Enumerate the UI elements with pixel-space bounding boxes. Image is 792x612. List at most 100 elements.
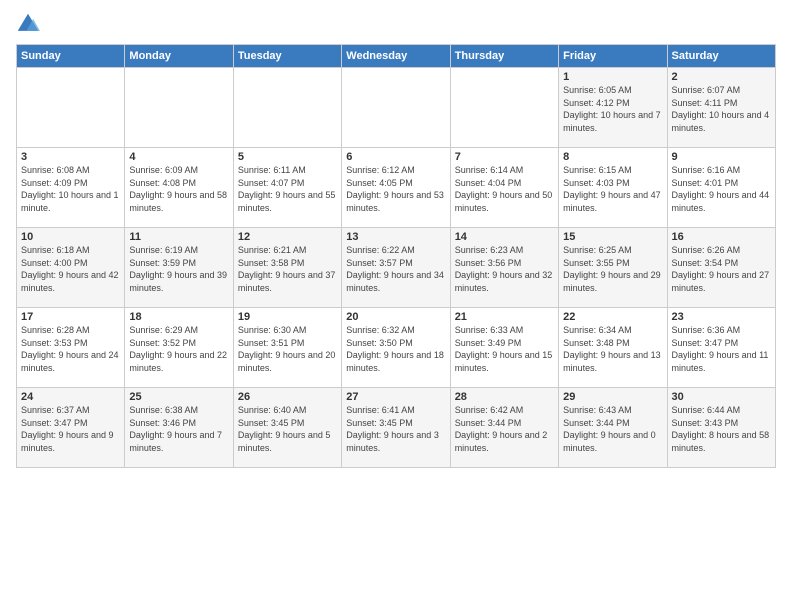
week-row-2: 3Sunrise: 6:08 AM Sunset: 4:09 PM Daylig… — [17, 148, 776, 228]
day-info: Sunrise: 6:28 AM Sunset: 3:53 PM Dayligh… — [21, 324, 120, 374]
day-info: Sunrise: 6:33 AM Sunset: 3:49 PM Dayligh… — [455, 324, 554, 374]
day-cell: 11Sunrise: 6:19 AM Sunset: 3:59 PM Dayli… — [125, 228, 233, 308]
col-header-wednesday: Wednesday — [342, 45, 450, 68]
day-info: Sunrise: 6:38 AM Sunset: 3:46 PM Dayligh… — [129, 404, 228, 454]
day-cell — [342, 68, 450, 148]
day-number: 1 — [563, 71, 662, 83]
day-number: 27 — [346, 391, 445, 403]
day-cell: 15Sunrise: 6:25 AM Sunset: 3:55 PM Dayli… — [559, 228, 667, 308]
day-number: 3 — [21, 151, 120, 163]
day-cell: 29Sunrise: 6:43 AM Sunset: 3:44 PM Dayli… — [559, 388, 667, 468]
day-cell: 1Sunrise: 6:05 AM Sunset: 4:12 PM Daylig… — [559, 68, 667, 148]
day-cell: 18Sunrise: 6:29 AM Sunset: 3:52 PM Dayli… — [125, 308, 233, 388]
day-info: Sunrise: 6:16 AM Sunset: 4:01 PM Dayligh… — [672, 164, 771, 214]
day-info: Sunrise: 6:07 AM Sunset: 4:11 PM Dayligh… — [672, 84, 771, 134]
day-cell: 8Sunrise: 6:15 AM Sunset: 4:03 PM Daylig… — [559, 148, 667, 228]
day-number: 25 — [129, 391, 228, 403]
day-info: Sunrise: 6:22 AM Sunset: 3:57 PM Dayligh… — [346, 244, 445, 294]
day-number: 11 — [129, 231, 228, 243]
day-cell: 7Sunrise: 6:14 AM Sunset: 4:04 PM Daylig… — [450, 148, 558, 228]
day-info: Sunrise: 6:25 AM Sunset: 3:55 PM Dayligh… — [563, 244, 662, 294]
day-number: 10 — [21, 231, 120, 243]
day-cell: 28Sunrise: 6:42 AM Sunset: 3:44 PM Dayli… — [450, 388, 558, 468]
day-cell: 22Sunrise: 6:34 AM Sunset: 3:48 PM Dayli… — [559, 308, 667, 388]
col-header-tuesday: Tuesday — [233, 45, 341, 68]
day-cell: 2Sunrise: 6:07 AM Sunset: 4:11 PM Daylig… — [667, 68, 775, 148]
day-info: Sunrise: 6:08 AM Sunset: 4:09 PM Dayligh… — [21, 164, 120, 214]
day-number: 5 — [238, 151, 337, 163]
day-cell: 19Sunrise: 6:30 AM Sunset: 3:51 PM Dayli… — [233, 308, 341, 388]
day-info: Sunrise: 6:43 AM Sunset: 3:44 PM Dayligh… — [563, 404, 662, 454]
calendar-table: SundayMondayTuesdayWednesdayThursdayFrid… — [16, 44, 776, 468]
day-info: Sunrise: 6:44 AM Sunset: 3:43 PM Dayligh… — [672, 404, 771, 454]
day-cell: 10Sunrise: 6:18 AM Sunset: 4:00 PM Dayli… — [17, 228, 125, 308]
day-cell: 4Sunrise: 6:09 AM Sunset: 4:08 PM Daylig… — [125, 148, 233, 228]
day-number: 9 — [672, 151, 771, 163]
day-cell — [17, 68, 125, 148]
day-cell — [125, 68, 233, 148]
day-cell: 30Sunrise: 6:44 AM Sunset: 3:43 PM Dayli… — [667, 388, 775, 468]
day-cell: 12Sunrise: 6:21 AM Sunset: 3:58 PM Dayli… — [233, 228, 341, 308]
day-cell: 23Sunrise: 6:36 AM Sunset: 3:47 PM Dayli… — [667, 308, 775, 388]
day-info: Sunrise: 6:05 AM Sunset: 4:12 PM Dayligh… — [563, 84, 662, 134]
day-cell: 17Sunrise: 6:28 AM Sunset: 3:53 PM Dayli… — [17, 308, 125, 388]
col-header-sunday: Sunday — [17, 45, 125, 68]
day-number: 13 — [346, 231, 445, 243]
day-info: Sunrise: 6:15 AM Sunset: 4:03 PM Dayligh… — [563, 164, 662, 214]
day-info: Sunrise: 6:32 AM Sunset: 3:50 PM Dayligh… — [346, 324, 445, 374]
day-cell: 25Sunrise: 6:38 AM Sunset: 3:46 PM Dayli… — [125, 388, 233, 468]
day-cell — [450, 68, 558, 148]
day-info: Sunrise: 6:19 AM Sunset: 3:59 PM Dayligh… — [129, 244, 228, 294]
day-info: Sunrise: 6:41 AM Sunset: 3:45 PM Dayligh… — [346, 404, 445, 454]
day-number: 23 — [672, 311, 771, 323]
week-row-1: 1Sunrise: 6:05 AM Sunset: 4:12 PM Daylig… — [17, 68, 776, 148]
col-header-monday: Monday — [125, 45, 233, 68]
week-row-4: 17Sunrise: 6:28 AM Sunset: 3:53 PM Dayli… — [17, 308, 776, 388]
day-number: 16 — [672, 231, 771, 243]
day-number: 21 — [455, 311, 554, 323]
day-cell: 5Sunrise: 6:11 AM Sunset: 4:07 PM Daylig… — [233, 148, 341, 228]
col-header-thursday: Thursday — [450, 45, 558, 68]
day-info: Sunrise: 6:37 AM Sunset: 3:47 PM Dayligh… — [21, 404, 120, 454]
day-cell — [233, 68, 341, 148]
day-cell: 26Sunrise: 6:40 AM Sunset: 3:45 PM Dayli… — [233, 388, 341, 468]
week-row-5: 24Sunrise: 6:37 AM Sunset: 3:47 PM Dayli… — [17, 388, 776, 468]
day-number: 8 — [563, 151, 662, 163]
day-number: 14 — [455, 231, 554, 243]
day-info: Sunrise: 6:09 AM Sunset: 4:08 PM Dayligh… — [129, 164, 228, 214]
day-info: Sunrise: 6:21 AM Sunset: 3:58 PM Dayligh… — [238, 244, 337, 294]
day-number: 2 — [672, 71, 771, 83]
day-number: 28 — [455, 391, 554, 403]
day-number: 20 — [346, 311, 445, 323]
day-info: Sunrise: 6:14 AM Sunset: 4:04 PM Dayligh… — [455, 164, 554, 214]
day-info: Sunrise: 6:18 AM Sunset: 4:00 PM Dayligh… — [21, 244, 120, 294]
day-cell: 3Sunrise: 6:08 AM Sunset: 4:09 PM Daylig… — [17, 148, 125, 228]
day-info: Sunrise: 6:36 AM Sunset: 3:47 PM Dayligh… — [672, 324, 771, 374]
day-info: Sunrise: 6:26 AM Sunset: 3:54 PM Dayligh… — [672, 244, 771, 294]
day-number: 15 — [563, 231, 662, 243]
day-cell: 27Sunrise: 6:41 AM Sunset: 3:45 PM Dayli… — [342, 388, 450, 468]
day-info: Sunrise: 6:40 AM Sunset: 3:45 PM Dayligh… — [238, 404, 337, 454]
day-cell: 16Sunrise: 6:26 AM Sunset: 3:54 PM Dayli… — [667, 228, 775, 308]
day-number: 29 — [563, 391, 662, 403]
day-number: 7 — [455, 151, 554, 163]
day-cell: 13Sunrise: 6:22 AM Sunset: 3:57 PM Dayli… — [342, 228, 450, 308]
col-header-friday: Friday — [559, 45, 667, 68]
day-info: Sunrise: 6:11 AM Sunset: 4:07 PM Dayligh… — [238, 164, 337, 214]
day-cell: 14Sunrise: 6:23 AM Sunset: 3:56 PM Dayli… — [450, 228, 558, 308]
day-cell: 21Sunrise: 6:33 AM Sunset: 3:49 PM Dayli… — [450, 308, 558, 388]
day-number: 19 — [238, 311, 337, 323]
day-number: 6 — [346, 151, 445, 163]
day-cell: 9Sunrise: 6:16 AM Sunset: 4:01 PM Daylig… — [667, 148, 775, 228]
day-number: 22 — [563, 311, 662, 323]
day-info: Sunrise: 6:30 AM Sunset: 3:51 PM Dayligh… — [238, 324, 337, 374]
day-info: Sunrise: 6:12 AM Sunset: 4:05 PM Dayligh… — [346, 164, 445, 214]
col-header-saturday: Saturday — [667, 45, 775, 68]
day-info: Sunrise: 6:23 AM Sunset: 3:56 PM Dayligh… — [455, 244, 554, 294]
day-number: 24 — [21, 391, 120, 403]
day-cell: 24Sunrise: 6:37 AM Sunset: 3:47 PM Dayli… — [17, 388, 125, 468]
day-number: 26 — [238, 391, 337, 403]
logo — [16, 12, 44, 36]
week-row-3: 10Sunrise: 6:18 AM Sunset: 4:00 PM Dayli… — [17, 228, 776, 308]
day-number: 17 — [21, 311, 120, 323]
